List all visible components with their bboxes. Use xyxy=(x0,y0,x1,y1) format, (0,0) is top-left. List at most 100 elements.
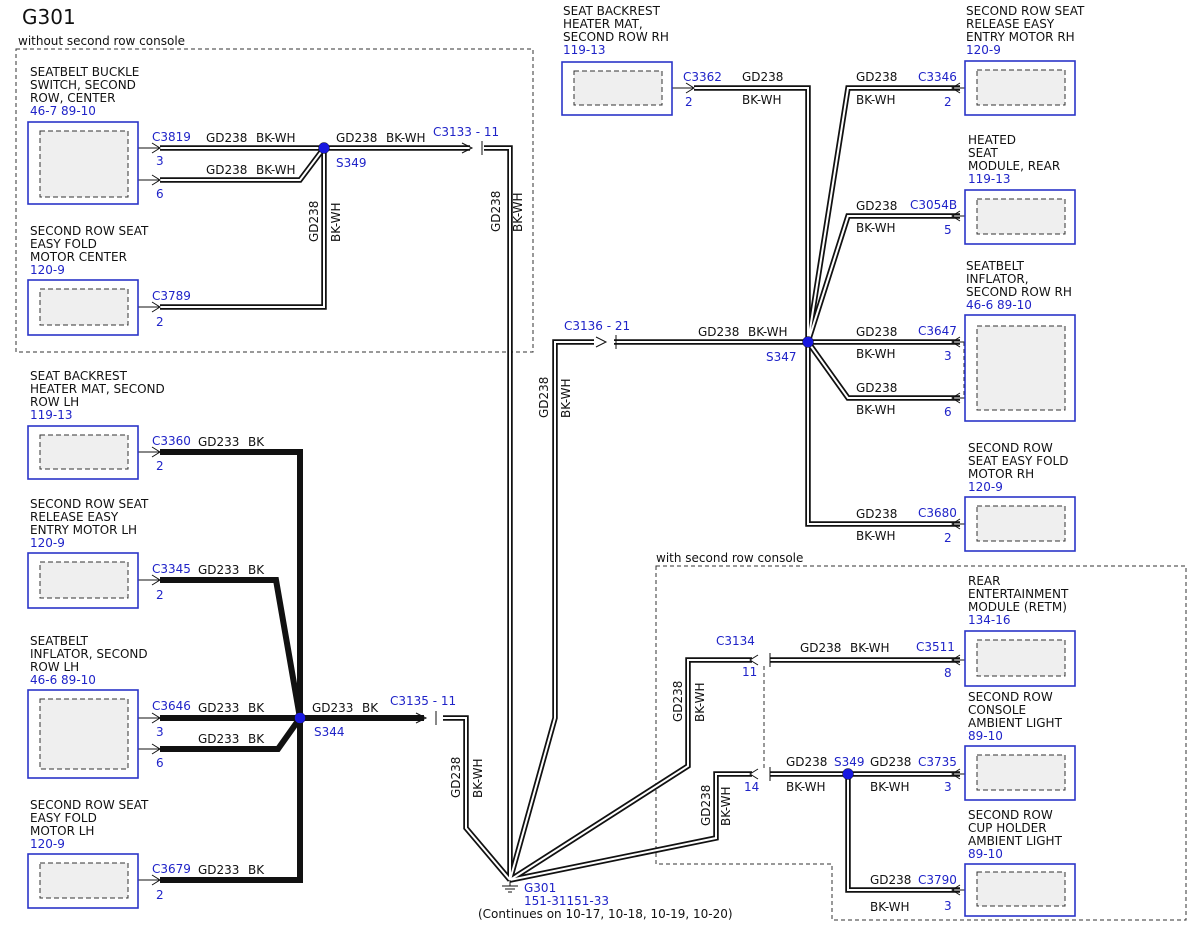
ground-name: G301 xyxy=(524,881,556,895)
svg-text:SEAT BACKREST: SEAT BACKREST xyxy=(30,369,128,383)
splice-s349-top xyxy=(318,142,330,154)
svg-text:BK-WH: BK-WH xyxy=(856,221,896,235)
svg-text:GD238: GD238 xyxy=(671,681,685,722)
component-easy-fold-motor-center: SECOND ROW SEAT EASY FOLD MOTOR CENTER 1… xyxy=(27,224,191,336)
svg-text:SEAT: SEAT xyxy=(968,146,998,160)
svg-text:6: 6 xyxy=(156,187,164,201)
svg-text:2: 2 xyxy=(156,315,164,329)
svg-text:BK-WH: BK-WH xyxy=(870,780,910,794)
svg-text:GD238: GD238 xyxy=(489,191,503,232)
svg-text:SECOND ROW: SECOND ROW xyxy=(968,441,1053,455)
svg-text:120-9: 120-9 xyxy=(968,480,1003,494)
svg-text:HEATER MAT, SECOND: HEATER MAT, SECOND xyxy=(30,382,165,396)
svg-text:BK-WH: BK-WH xyxy=(693,682,707,722)
svg-text:CONSOLE: CONSOLE xyxy=(968,703,1026,717)
splice-s347-label: S347 xyxy=(766,350,797,364)
svg-text:BK-WH: BK-WH xyxy=(856,529,896,543)
svg-text:BK-WH: BK-WH xyxy=(786,780,826,794)
svg-text:5: 5 xyxy=(944,223,952,237)
svg-text:BK-WH: BK-WH xyxy=(856,403,896,417)
svg-text:3: 3 xyxy=(944,780,952,794)
svg-text:C3735: C3735 xyxy=(918,755,957,769)
svg-text:GD238: GD238 xyxy=(206,163,247,177)
svg-text:C3680: C3680 xyxy=(918,506,957,520)
svg-text:BK: BK xyxy=(248,701,265,715)
svg-text:C3362: C3362 xyxy=(683,70,722,84)
component-cup-holder-ambient-light: SECOND ROW CUP HOLDER AMBIENT LIGHT 89-1… xyxy=(918,808,1076,917)
svg-text:SECOND ROW SEAT: SECOND ROW SEAT xyxy=(30,224,149,238)
svg-text:GD238: GD238 xyxy=(870,873,911,887)
component-retm: REAR ENTERTAINMENT MODULE (RETM) 134-16 … xyxy=(916,574,1076,687)
svg-text:ENTRY MOTOR LH: ENTRY MOTOR LH xyxy=(30,523,137,537)
svg-text:BK: BK xyxy=(248,863,265,877)
svg-text:3: 3 xyxy=(156,154,164,168)
svg-text:BK-WH: BK-WH xyxy=(856,347,896,361)
svg-text:BK: BK xyxy=(362,701,379,715)
svg-text:BK-WH: BK-WH xyxy=(559,378,573,418)
svg-text:MODULE, REAR: MODULE, REAR xyxy=(968,159,1060,173)
svg-text:GD238: GD238 xyxy=(800,641,841,655)
svg-text:ENTRY MOTOR RH: ENTRY MOTOR RH xyxy=(966,30,1075,44)
svg-text:SEATBELT: SEATBELT xyxy=(30,634,89,648)
svg-text:GD238: GD238 xyxy=(698,325,739,339)
svg-text:C3789: C3789 xyxy=(152,289,191,303)
svg-text:BK-WH: BK-WH xyxy=(256,163,296,177)
svg-text:2: 2 xyxy=(156,459,164,473)
region-with-console xyxy=(655,565,1187,921)
svg-text:120-9: 120-9 xyxy=(30,263,65,277)
svg-text:3: 3 xyxy=(944,349,952,363)
svg-text:BK-WH: BK-WH xyxy=(511,192,525,232)
svg-text:2: 2 xyxy=(944,531,952,545)
svg-text:BK-WH: BK-WH xyxy=(856,93,896,107)
svg-text:ROW, CENTER: ROW, CENTER xyxy=(30,91,115,105)
svg-text:MODULE (RETM): MODULE (RETM) xyxy=(968,600,1067,614)
svg-text:ROW LH: ROW LH xyxy=(30,660,79,674)
svg-text:BK-WH: BK-WH xyxy=(748,325,788,339)
inline-c3134: C3134 xyxy=(716,634,755,648)
ground-continues-note: (Continues on 10-17, 10-18, 10-19, 10-20… xyxy=(478,907,733,921)
svg-text:INFLATOR,: INFLATOR, xyxy=(966,272,1029,286)
svg-text:REAR: REAR xyxy=(968,574,1000,588)
svg-text:GD238: GD238 xyxy=(336,131,377,145)
black-wires xyxy=(160,449,424,883)
svg-text:GD238: GD238 xyxy=(786,755,827,769)
ground-symbol-icon xyxy=(502,880,518,893)
component-heated-seat-module-rear: HEATED SEAT MODULE, REAR 119-13 C3054B 5 xyxy=(910,133,1076,245)
svg-text:ROW LH: ROW LH xyxy=(30,395,79,409)
svg-text:C3346: C3346 xyxy=(918,70,957,84)
svg-text:BK-WH: BK-WH xyxy=(256,131,296,145)
svg-text:2: 2 xyxy=(944,95,952,109)
diagram-title: G301 xyxy=(22,5,76,29)
double-wires xyxy=(160,85,960,893)
inline-c3133: C3133 - 11 xyxy=(433,125,499,139)
component-seatbelt-inflator-lh: SEATBELT INFLATOR, SECOND ROW LH 46-6 89… xyxy=(27,634,191,779)
inline-c3136: C3136 - 21 xyxy=(564,319,630,333)
svg-text:GD238: GD238 xyxy=(856,199,897,213)
svg-text:SECOND ROW SEAT: SECOND ROW SEAT xyxy=(30,497,149,511)
svg-text:MOTOR RH: MOTOR RH xyxy=(968,467,1034,481)
svg-text:2: 2 xyxy=(685,95,693,109)
svg-text:120-9: 120-9 xyxy=(966,43,1001,57)
svg-text:2: 2 xyxy=(156,888,164,902)
svg-text:120-9: 120-9 xyxy=(30,837,65,851)
inline-c3134-pin-14: 14 xyxy=(744,780,759,794)
svg-text:8: 8 xyxy=(944,666,952,680)
svg-text:BK: BK xyxy=(248,732,265,746)
svg-text:119-13: 119-13 xyxy=(563,43,606,57)
svg-text:BK-WH: BK-WH xyxy=(850,641,890,655)
svg-text:GD238: GD238 xyxy=(307,201,321,242)
svg-text:120-9: 120-9 xyxy=(30,536,65,550)
svg-text:RELEASE EASY: RELEASE EASY xyxy=(966,17,1055,31)
svg-text:46-7 89-10: 46-7 89-10 xyxy=(30,104,96,118)
component-easy-fold-motor-lh: SECOND ROW SEAT EASY FOLD MOTOR LH 120-9… xyxy=(27,798,191,909)
inline-c3134-pin-11: 11 xyxy=(742,665,757,679)
component-release-motor-rh: SECOND ROW SEAT RELEASE EASY ENTRY MOTOR… xyxy=(918,4,1085,116)
svg-text:SEAT EASY FOLD: SEAT EASY FOLD xyxy=(968,454,1068,468)
svg-text:BK: BK xyxy=(248,435,265,449)
svg-text:C3647: C3647 xyxy=(918,324,957,338)
splice-s344 xyxy=(294,712,306,724)
svg-text:C3646: C3646 xyxy=(152,699,191,713)
svg-text:BK-WH: BK-WH xyxy=(471,758,485,798)
svg-text:SECOND ROW SEAT: SECOND ROW SEAT xyxy=(966,4,1085,18)
svg-text:GD238: GD238 xyxy=(742,70,783,84)
